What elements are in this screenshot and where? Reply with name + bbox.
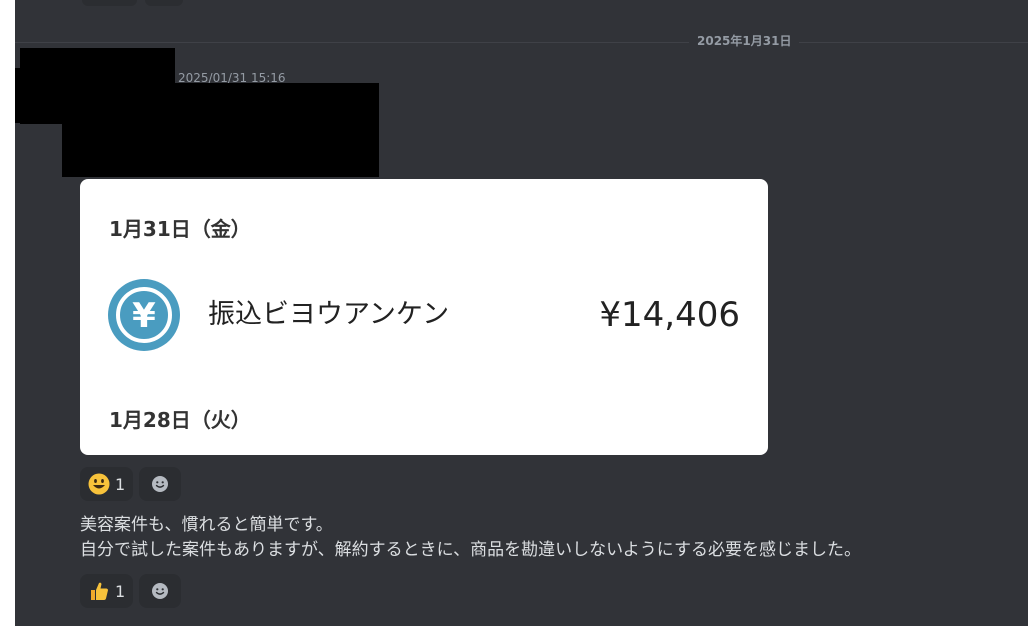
message-timestamp: 2025/01/31 15:16 bbox=[178, 71, 286, 83]
add-reaction-button[interactable] bbox=[139, 467, 182, 501]
card-date-top: 1月31日（金） bbox=[109, 217, 251, 241]
svg-text:¥: ¥ bbox=[132, 296, 156, 336]
transaction-merchant: 振込ビヨウアンケン bbox=[208, 299, 450, 330]
card-date-bottom: 1月28日（火） bbox=[109, 408, 251, 432]
previous-reactions bbox=[82, 0, 183, 6]
reaction-bar: 1 bbox=[80, 574, 182, 608]
chat-panel: 2025年1月31日 2025/01/31 15:16 1月31日（金） ¥ 振… bbox=[15, 0, 1028, 626]
reaction-grinning[interactable]: 1 bbox=[80, 467, 134, 501]
reaction-bar: 1 bbox=[80, 467, 182, 501]
reaction-thumbs-up[interactable]: 1 bbox=[80, 574, 134, 608]
redacted-message-text bbox=[62, 83, 379, 177]
message-line: 美容案件も、慣れると簡単です。 bbox=[80, 515, 333, 535]
attachment-image[interactable]: 1月31日（金） ¥ 振込ビヨウアンケン ¥14,406 1月28日（火） bbox=[80, 179, 768, 455]
grinning-face-emoji bbox=[88, 473, 110, 495]
add-reaction-button[interactable] bbox=[139, 574, 182, 608]
reaction-count: 1 bbox=[115, 581, 126, 601]
reaction-count: 1 bbox=[115, 474, 126, 494]
add-reaction-icon bbox=[152, 583, 169, 599]
date-divider-label: 2025年1月31日 bbox=[689, 34, 800, 49]
date-divider bbox=[15, 42, 1028, 43]
thumbs-up-emoji bbox=[91, 582, 108, 600]
transaction-amount: ¥14,406 bbox=[599, 295, 740, 335]
yen-circle-icon: ¥ bbox=[108, 279, 180, 351]
message-line: 自分で試した案件もありますが、解約するときに、商品を勘違いしないようにする必要を… bbox=[80, 540, 861, 560]
add-reaction-icon bbox=[152, 476, 169, 492]
